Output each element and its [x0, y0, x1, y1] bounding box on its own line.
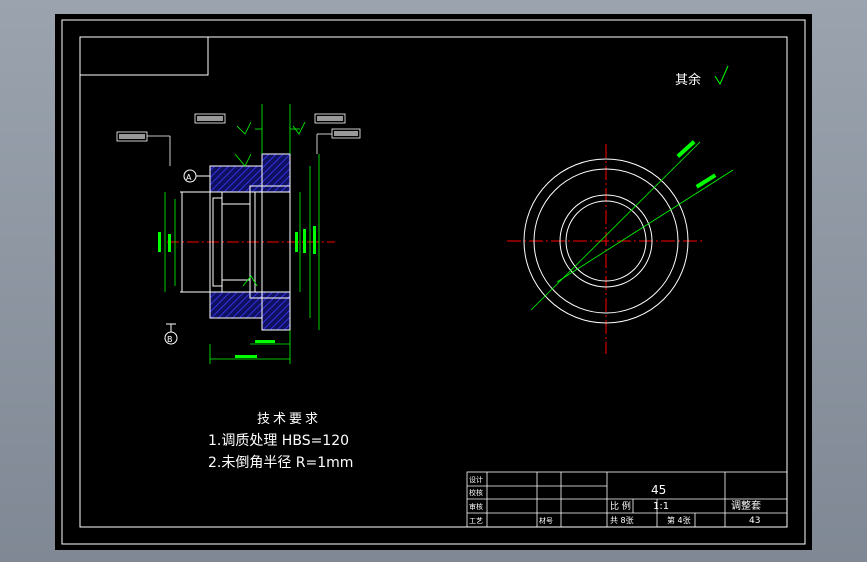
diameter-text-2 — [695, 173, 717, 189]
section-view[interactable]: A B — [116, 104, 361, 364]
tech-heading: 技术要求 — [257, 412, 321, 427]
drawing-svg: 其余 A B 技术要求 1.调质处理 HBS=120 2.未倒角半径 R=1mm… — [61, 19, 806, 545]
end-view[interactable] — [507, 140, 734, 354]
tb-total-sheets: 共 8张 — [610, 516, 634, 525]
tb-drawing-no: 43 — [749, 516, 760, 526]
tech-requirements: 技术要求 1.调质处理 HBS=120 2.未倒角半径 R=1mm — [208, 412, 353, 471]
tb-sheet-no: 第 4张 — [667, 515, 691, 525]
tb-material: 45 — [651, 483, 666, 497]
outer-frame — [61, 19, 806, 545]
diameter-leader-1 — [530, 141, 701, 311]
roughness-symbol — [714, 65, 729, 86]
datum-a-label: A — [186, 173, 192, 182]
drawing-canvas[interactable]: 其余 A B 技术要求 1.调质处理 HBS=120 2.未倒角半径 R=1mm… — [55, 14, 812, 550]
tb-scale-label: 比 例 — [610, 500, 631, 512]
corner-label-box — [79, 36, 209, 76]
tb-sheet-label: 材号 — [539, 516, 553, 525]
tech-line-2: 2.未倒角半径 R=1mm — [208, 455, 353, 471]
roughness-note: 其余 — [675, 72, 701, 88]
inner-frame — [79, 36, 788, 528]
tb-part-name: 调整套 — [731, 499, 761, 512]
tb-review: 审核 — [469, 502, 483, 511]
tech-line-1: 1.调质处理 HBS=120 — [208, 433, 349, 449]
title-block-text: 设计 校核 审核 工艺 材号 45 比 例 1:1 调整套 共 8张 第 4张 … — [469, 475, 761, 526]
tb-design: 设计 — [469, 475, 483, 484]
tb-scale: 1:1 — [653, 501, 669, 512]
cad-viewport: 其余 A B 技术要求 1.调质处理 HBS=120 2.未倒角半径 R=1mm… — [0, 0, 867, 562]
tb-check: 校核 — [469, 488, 483, 497]
datum-b-label: B — [167, 335, 173, 344]
tb-process: 工艺 — [469, 517, 483, 525]
